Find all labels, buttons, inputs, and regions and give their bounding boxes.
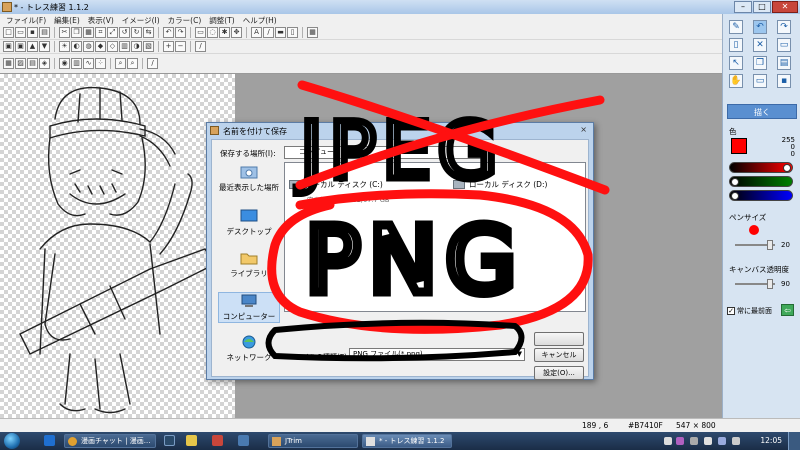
show-desktop-button[interactable]: [788, 432, 800, 450]
network-tray-icon[interactable]: [704, 437, 712, 445]
flag-icon[interactable]: [732, 437, 740, 445]
ie-icon[interactable]: [44, 435, 55, 446]
media-icon[interactable]: [212, 435, 223, 446]
app-icon[interactable]: [238, 435, 249, 446]
taskbar-item-jtrim[interactable]: JTrim: [268, 434, 358, 448]
png-circled-text: PNG: [305, 207, 525, 314]
ime-icon[interactable]: [676, 437, 684, 445]
taskbar-item-browser[interactable]: 漫画チャット | 漫画...: [64, 434, 156, 448]
annotation-overlay: JPEG PNG: [265, 80, 610, 362]
tray-icon[interactable]: [690, 437, 698, 445]
taskbar-item-label: 漫画チャット | 漫画...: [81, 437, 151, 445]
app-window: * - トレス練習 1.1.2 – □ ✕ ファイル(F) 編集(E) 表示(V…: [0, 0, 800, 450]
explorer-icon[interactable]: [164, 435, 175, 446]
folder-icon[interactable]: [186, 435, 197, 446]
jtrim-icon: [272, 437, 281, 446]
volume-icon[interactable]: [718, 437, 726, 445]
taskbar-item-label: * - トレス練習 1.1.2: [379, 437, 445, 445]
chrome-icon: [68, 437, 77, 446]
tray-icon[interactable]: [664, 437, 672, 445]
taskbar-item-trace-app[interactable]: * - トレス練習 1.1.2: [362, 434, 452, 448]
start-button-icon[interactable]: [4, 433, 20, 449]
taskbar: 漫画チャット | 漫画... JTrim * - トレス練習 1.1.2 12:…: [0, 432, 800, 450]
trace-app-icon: [366, 437, 375, 446]
clock[interactable]: 12:05: [760, 436, 782, 445]
taskbar-item-label: JTrim: [285, 437, 302, 445]
